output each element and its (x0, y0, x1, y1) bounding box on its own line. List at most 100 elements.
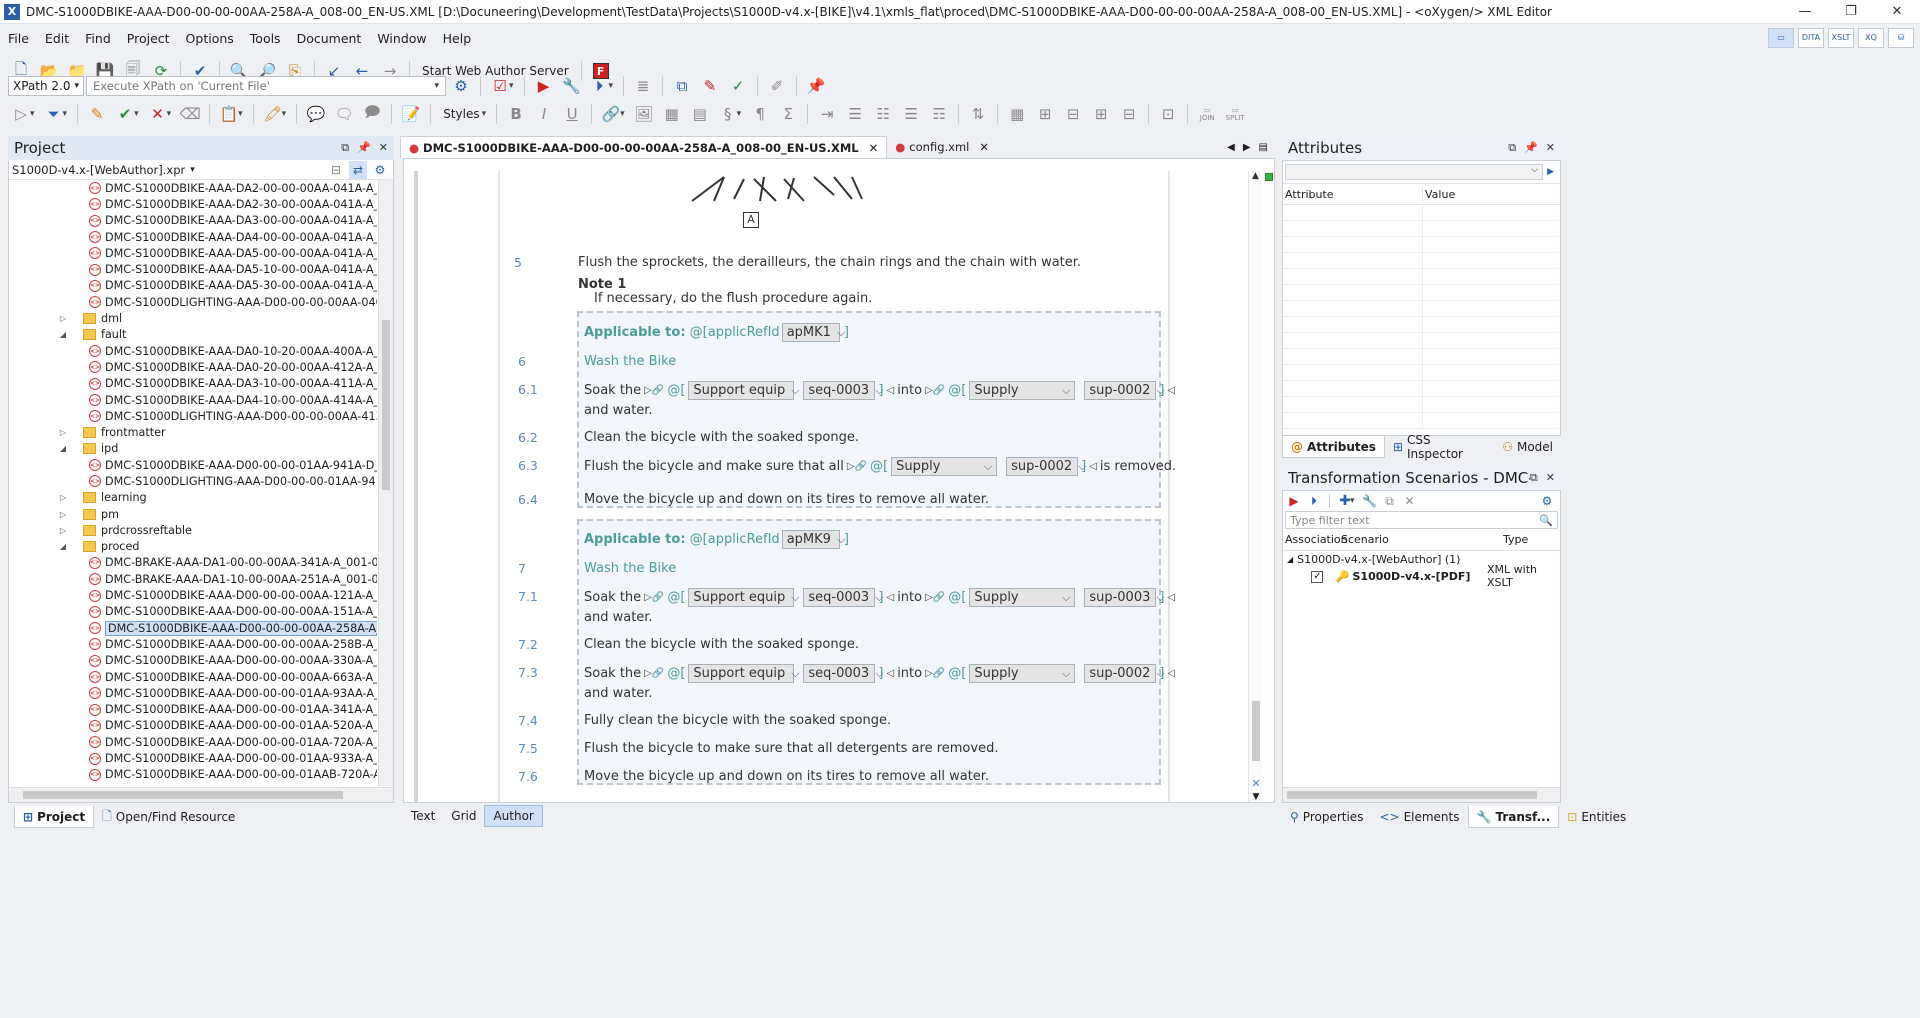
tab-main-document[interactable]: ● DMC-S1000DBIKE-AAA-D00-00-00-00AA-258A-… (400, 136, 888, 158)
restore-icon[interactable]: ⧉ (341, 141, 349, 155)
tree-folder[interactable]: ▷ frontmatter (9, 424, 377, 440)
menu-file[interactable]: File (0, 31, 37, 46)
tree-file[interactable]: <> DMC-S1000DBIKE-AAA-D00-00-00-00AA-258B… (9, 636, 377, 652)
supply-id-select[interactable]: sup-0002 (1084, 664, 1157, 683)
run-transform-icon[interactable]: ▶ (531, 74, 557, 98)
next-icon[interactable]: ▶ (1547, 167, 1554, 177)
applic-ref-select[interactable]: apMK9 (781, 530, 840, 549)
join-cells-icon[interactable]: ▭ JOIN (1194, 102, 1220, 126)
tree-file[interactable]: <> DMC-BRAKE-AAA-DA1-00-00-00AA-341A-A_00… (9, 555, 377, 571)
format-indent-icon[interactable]: ≣ (630, 74, 656, 98)
tree-file[interactable]: <> DMC-S1000DBIKE-AAA-D00-00-00-01AA-941A… (9, 457, 377, 473)
eraser-icon[interactable]: ⌫ (177, 102, 203, 126)
tree-folder[interactable]: ◢ fault (9, 327, 377, 343)
table-insert-icon[interactable]: ▦ (659, 102, 685, 126)
menu-find[interactable]: Find (77, 31, 119, 46)
italic-icon[interactable]: I (531, 102, 557, 126)
menu-document[interactable]: Document (289, 31, 370, 46)
sort-icon[interactable]: ⇅ (965, 102, 991, 126)
project-settings-icon[interactable]: ⚙ (371, 161, 389, 179)
close-window-button[interactable]: ✕ (1874, 0, 1920, 24)
tab-author-mode[interactable]: Author (484, 805, 543, 827)
supply-select[interactable]: Supply (969, 588, 1076, 607)
paragraph-icon[interactable]: ¶ (747, 102, 773, 126)
tree-folder[interactable]: ▷ pm (9, 506, 377, 522)
tab-properties[interactable]: ⚲ Properties (1282, 806, 1371, 828)
tab-transformation[interactable]: 🔧 Transf... (1467, 806, 1560, 828)
sum-icon[interactable]: Σ (775, 102, 801, 126)
delete-column-icon[interactable]: ⊟ (1116, 102, 1142, 126)
attribute-row[interactable] (1283, 397, 1560, 413)
tab-css-inspector[interactable]: ⊞ CSS Inspector (1385, 433, 1494, 461)
menu-project[interactable]: Project (119, 31, 178, 46)
menu-help[interactable]: Help (435, 31, 480, 46)
table-properties-icon[interactable]: ⊡ (1155, 102, 1181, 126)
supply-id-select[interactable]: sup-0002 (1006, 457, 1079, 476)
seq-id-select[interactable]: seq-0003 (803, 588, 876, 607)
list-indent-icon[interactable]: ⇥ (814, 102, 840, 126)
tree-file[interactable]: <> DMC-S1000DBIKE-AAA-D00-00-00-01AAB-720… (9, 767, 377, 783)
debug-scenario-icon[interactable]: ⏵ (1305, 492, 1323, 510)
tab-entities[interactable]: ⊡ Entities (1559, 806, 1634, 828)
attribute-row[interactable] (1283, 349, 1560, 365)
attributes-grid[interactable] (1283, 205, 1560, 429)
transform-horizontal-scrollbar[interactable] (1283, 787, 1560, 802)
attribute-row[interactable] (1283, 365, 1560, 381)
scenario-association-checkbox[interactable]: ✓ (1311, 571, 1324, 583)
tree-file[interactable]: <> DMC-S1000DBIKE-AAA-D00-00-00-00AA-121A… (9, 587, 377, 603)
tree-file[interactable]: <> DMC-S1000DBIKE-AAA-DA3-00-00-00AA-041A… (9, 213, 377, 229)
tree-file[interactable]: <> DMC-S1000DBIKE-AAA-DA2-30-00-00AA-041A… (9, 196, 377, 212)
tree-file[interactable]: <> DMC-S1000DBIKE-AAA-DA0-20-00-00AA-412A… (9, 359, 377, 375)
project-vertical-scrollbar[interactable] (378, 180, 393, 786)
menu-edit[interactable]: Edit (37, 31, 77, 46)
restore-icon[interactable]: ⧉ (1530, 471, 1538, 485)
tree-file[interactable]: <> DMC-S1000DBIKE-AAA-D00-00-00-01AA-93AA… (9, 685, 377, 701)
insert-row-icon[interactable]: ⊞ (1032, 102, 1058, 126)
tree-file[interactable]: <> DMC-S1000DBIKE-AAA-DA5-00-00-00AA-041A… (9, 245, 377, 261)
styles-dropdown[interactable]: Styles (437, 107, 485, 121)
tree-folder[interactable]: ▷ prdcrossreftable (9, 522, 377, 538)
attribute-row[interactable] (1283, 285, 1560, 301)
close-tab-icon[interactable]: ✕ (869, 141, 879, 155)
tab-scroll-right-icon[interactable]: ▶ (1243, 142, 1251, 153)
attribute-row[interactable] (1283, 253, 1560, 269)
scenario-filter-input[interactable]: Type filter text 🔍 (1285, 511, 1558, 529)
supply-select[interactable]: Supply (891, 457, 998, 476)
supply-id-select[interactable]: sup-0003 (1084, 588, 1157, 607)
table-icon[interactable]: ▦ (1004, 102, 1030, 126)
tree-file[interactable]: <> DMC-S1000DBIKE-AAA-DA5-30-00-00AA-041A… (9, 278, 377, 294)
pin-view-icon[interactable]: 📌 (357, 141, 371, 155)
attribute-row[interactable] (1283, 205, 1560, 221)
diff-icon[interactable]: ⧉ (669, 74, 695, 98)
collapsed-arrow-icon[interactable]: ▷ (57, 510, 69, 519)
attribute-row[interactable] (1283, 381, 1560, 397)
editor-vertical-scrollbar[interactable]: ▲ ✕ ▼ (1248, 171, 1262, 802)
tab-project[interactable]: ⊞ Project (14, 806, 95, 828)
project-file-selector[interactable]: S1000D-v4.x-[WebAuthor].xpr ▾ ⊟ ⇄ ⚙ (9, 160, 393, 180)
xpath-input[interactable]: Execute XPath on 'Current File' ▾ (86, 76, 447, 96)
dita-perspective-button[interactable]: DITA (1798, 28, 1824, 48)
split-cells-icon[interactable]: ▭ SPLIT (1222, 102, 1248, 126)
tree-file[interactable]: <> DMC-S1000DBIKE-AAA-D00-00-00-01AA-720A… (9, 734, 377, 750)
pin-view-icon[interactable]: 📌 (1524, 141, 1538, 155)
tree-folder[interactable]: ▷ learning (9, 490, 377, 506)
check-list-icon[interactable]: ☶ (926, 102, 952, 126)
close-tab-icon[interactable]: ✕ (979, 140, 989, 154)
tab-elements[interactable]: <> Elements (1371, 806, 1467, 828)
minimize-button[interactable]: — (1782, 0, 1828, 24)
tree-file[interactable]: <> DMC-S1000DBIKE-AAA-D00-00-00-01AA-341A… (9, 702, 377, 718)
scenario-settings-icon[interactable]: ⚙ (1538, 492, 1556, 510)
tab-attributes[interactable]: @ Attributes (1282, 436, 1385, 458)
attribute-element-select[interactable]: ⌵ (1285, 164, 1544, 180)
tree-file[interactable]: <> DMC-S1000DLIGHTING-AAA-D00-00-00-00AA-… (9, 408, 377, 424)
delete-row-icon[interactable]: ⊟ (1060, 102, 1086, 126)
maximize-button[interactable]: ❐ (1828, 0, 1874, 24)
supply-select[interactable]: Supply (969, 381, 1076, 400)
media-icon[interactable]: ▤ (687, 102, 713, 126)
tree-file[interactable]: <> DMC-S1000DLIGHTING-AAA-D00-00-00-00AA-… (9, 294, 377, 310)
tree-file[interactable]: <> DMC-S1000DBIKE-AAA-D00-00-00-00AA-663A… (9, 669, 377, 685)
tree-folder[interactable]: ◢ ipd (9, 441, 377, 457)
tree-file[interactable]: <> DMC-S1000DBIKE-AAA-DA0-10-20-00AA-400A… (9, 343, 377, 359)
attribute-row[interactable] (1283, 317, 1560, 333)
accept-change-icon[interactable]: ✓ (725, 74, 751, 98)
